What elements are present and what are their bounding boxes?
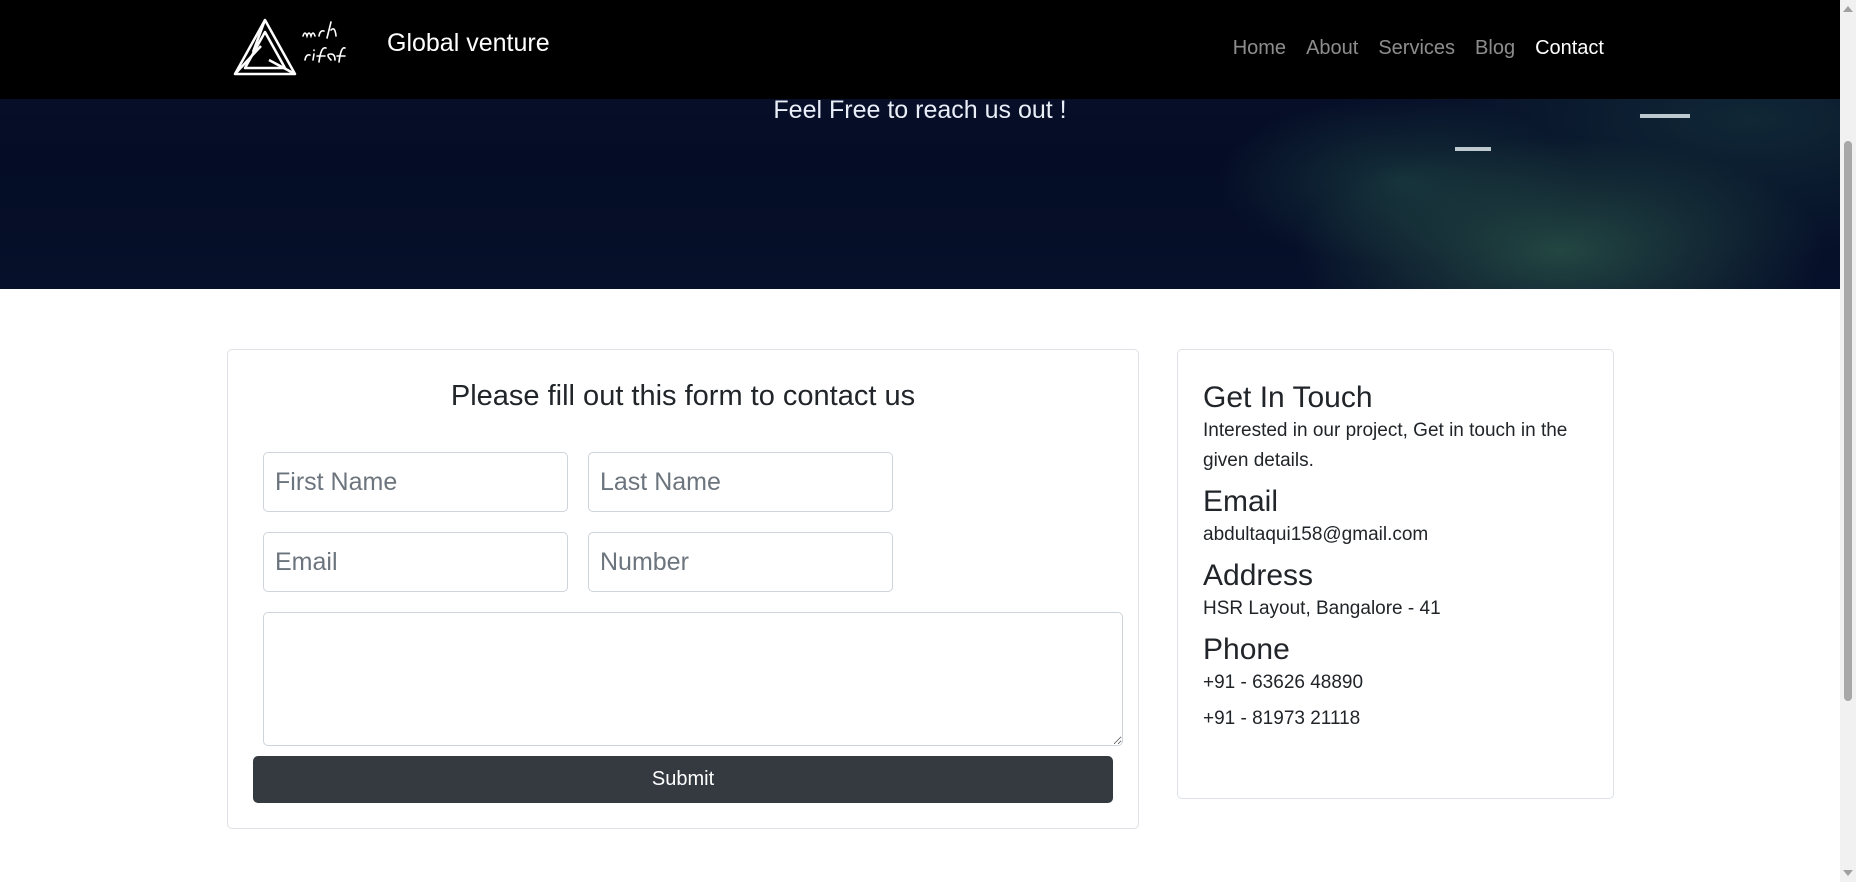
nav-services[interactable]: Services	[1378, 37, 1455, 60]
contact-info-card: Get In Touch Interested in our project, …	[1177, 349, 1614, 799]
email-input[interactable]	[263, 532, 568, 592]
scroll-down-icon[interactable]	[1843, 870, 1853, 876]
info-title: Get In Touch	[1203, 381, 1373, 414]
form-title: Please fill out this form to contact us	[450, 380, 916, 412]
info-intro: Interested in our project, Get in touch …	[1203, 420, 1568, 471]
phone-value-1: +91 - 63626 48890	[1203, 672, 1364, 693]
phone-value-2: +91 - 81973 21118	[1203, 708, 1361, 729]
email-heading: Email	[1203, 485, 1279, 518]
email-value: abdultaqui158@gmail.com	[1203, 524, 1429, 545]
nav-about[interactable]: About	[1306, 37, 1358, 60]
page-scrollbar[interactable]	[1840, 0, 1856, 882]
contact-form-card: Please fill out this form to contact us …	[227, 349, 1139, 829]
address-value: HSR Layout, Bangalore - 41	[1203, 598, 1441, 619]
scroll-up-icon[interactable]	[1843, 6, 1853, 12]
brand-name: Global venture	[387, 28, 550, 57]
hero-tagline: Feel Free to reach us out !	[773, 96, 1067, 124]
number-input[interactable]	[588, 532, 893, 592]
contact-info-body: Get In Touch Interested in our project, …	[1203, 380, 1593, 740]
logo-icon	[231, 16, 371, 80]
nav-home[interactable]: Home	[1233, 37, 1286, 60]
address-heading: Address	[1203, 559, 1314, 592]
boat-decoration	[1455, 147, 1491, 151]
message-textarea[interactable]	[263, 612, 1123, 746]
nav-links: Home About Services Blog Contact	[1233, 37, 1604, 60]
submit-button[interactable]: Submit	[253, 756, 1113, 803]
scrollbar-thumb[interactable]	[1844, 141, 1852, 701]
nav-blog[interactable]: Blog	[1475, 37, 1515, 60]
last-name-input[interactable]	[588, 452, 893, 512]
phone-heading: Phone	[1203, 633, 1290, 666]
page: Feel Free to reach us out ! Global ventu…	[0, 0, 1840, 882]
nav-contact[interactable]: Contact	[1535, 37, 1604, 60]
navbar: Global venture Home About Services Blog …	[0, 0, 1840, 99]
brand[interactable]: Global venture	[231, 16, 550, 80]
first-name-input[interactable]	[263, 452, 568, 512]
